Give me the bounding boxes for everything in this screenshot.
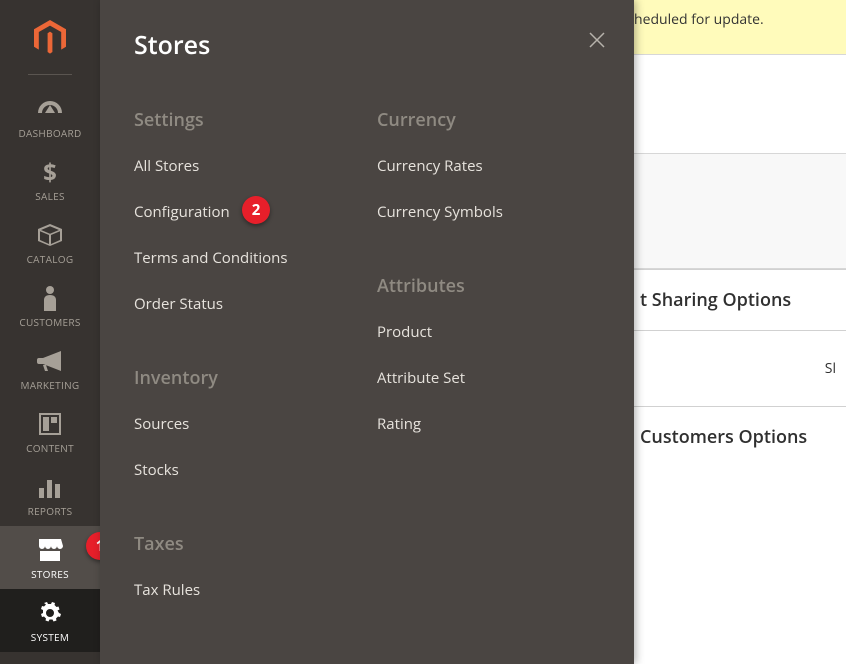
nav-label: CONTENT: [26, 441, 74, 455]
sidebar-divider: [28, 74, 72, 75]
link-all-stores[interactable]: All Stores: [134, 156, 199, 176]
link-attribute-set[interactable]: Attribute Set: [377, 368, 465, 388]
config-row: Sl: [634, 330, 846, 406]
flyout-column-left: Settings All Stores Configuration 2 Term…: [134, 108, 357, 626]
link-label: Configuration: [134, 202, 230, 222]
chart-icon: [36, 473, 64, 501]
section-heading-currency: Currency: [377, 108, 600, 132]
nav-label: REPORTS: [28, 504, 73, 518]
link-tax-rules[interactable]: Tax Rules: [134, 580, 200, 600]
gauge-icon: [36, 95, 64, 123]
dollar-icon: $: [36, 158, 64, 186]
nav-label: CATALOG: [27, 252, 74, 266]
nav-dashboard[interactable]: DASHBOARD: [0, 85, 100, 148]
nav-reports[interactable]: REPORTS: [0, 463, 100, 526]
link-configuration[interactable]: Configuration 2: [134, 202, 230, 222]
layout-icon: [36, 410, 64, 438]
config-section-customers[interactable]: Customers Options: [634, 406, 846, 467]
nav-sales[interactable]: $ SALES: [0, 148, 100, 211]
nav-label: STORES: [31, 567, 69, 581]
person-icon: [36, 284, 64, 312]
flyout-column-right: Currency Currency Rates Currency Symbols…: [377, 108, 600, 626]
background-content: heduled for update. t Sharing Options Sl…: [634, 0, 846, 664]
link-currency-rates[interactable]: Currency Rates: [377, 156, 483, 176]
config-section-sharing[interactable]: t Sharing Options: [634, 269, 846, 330]
magento-logo[interactable]: [30, 18, 70, 58]
storefront-icon: [36, 536, 64, 564]
section-heading-taxes: Taxes: [134, 532, 357, 556]
link-product[interactable]: Product: [377, 322, 432, 342]
stores-flyout: Stores Settings All Stores Configuration…: [100, 0, 634, 664]
link-stocks[interactable]: Stocks: [134, 460, 179, 480]
link-rating[interactable]: Rating: [377, 414, 421, 434]
nav-label: SYSTEM: [31, 630, 69, 644]
link-sources[interactable]: Sources: [134, 414, 189, 434]
nav-label: CUSTOMERS: [19, 315, 80, 329]
nav-label: SALES: [35, 189, 65, 203]
megaphone-icon: [36, 347, 64, 375]
section-heading-attributes: Attributes: [377, 274, 600, 298]
close-icon[interactable]: [588, 30, 606, 52]
gear-icon: [36, 599, 64, 627]
nav-label: DASHBOARD: [18, 126, 81, 140]
nav-stores[interactable]: STORES 1: [0, 526, 100, 589]
flyout-title: Stores: [134, 28, 600, 62]
nav-system[interactable]: SYSTEM: [0, 589, 100, 652]
notification-banner: heduled for update.: [634, 0, 846, 54]
nav-catalog[interactable]: CATALOG: [0, 211, 100, 274]
section-heading-settings: Settings: [134, 108, 357, 132]
section-heading-inventory: Inventory: [134, 366, 357, 390]
admin-sidebar: DASHBOARD $ SALES CATALOG CUSTOMERS MARK…: [0, 0, 100, 664]
nav-content[interactable]: CONTENT: [0, 400, 100, 463]
link-terms-conditions[interactable]: Terms and Conditions: [134, 248, 288, 268]
link-order-status[interactable]: Order Status: [134, 294, 223, 314]
magento-logo-icon: [30, 18, 70, 58]
nav-marketing[interactable]: MARKETING: [0, 337, 100, 400]
link-currency-symbols[interactable]: Currency Symbols: [377, 202, 503, 222]
nav-label: MARKETING: [21, 378, 80, 392]
nav-customers[interactable]: CUSTOMERS: [0, 274, 100, 337]
annotation-badge-2: 2: [242, 196, 270, 224]
box-icon: [36, 221, 64, 249]
